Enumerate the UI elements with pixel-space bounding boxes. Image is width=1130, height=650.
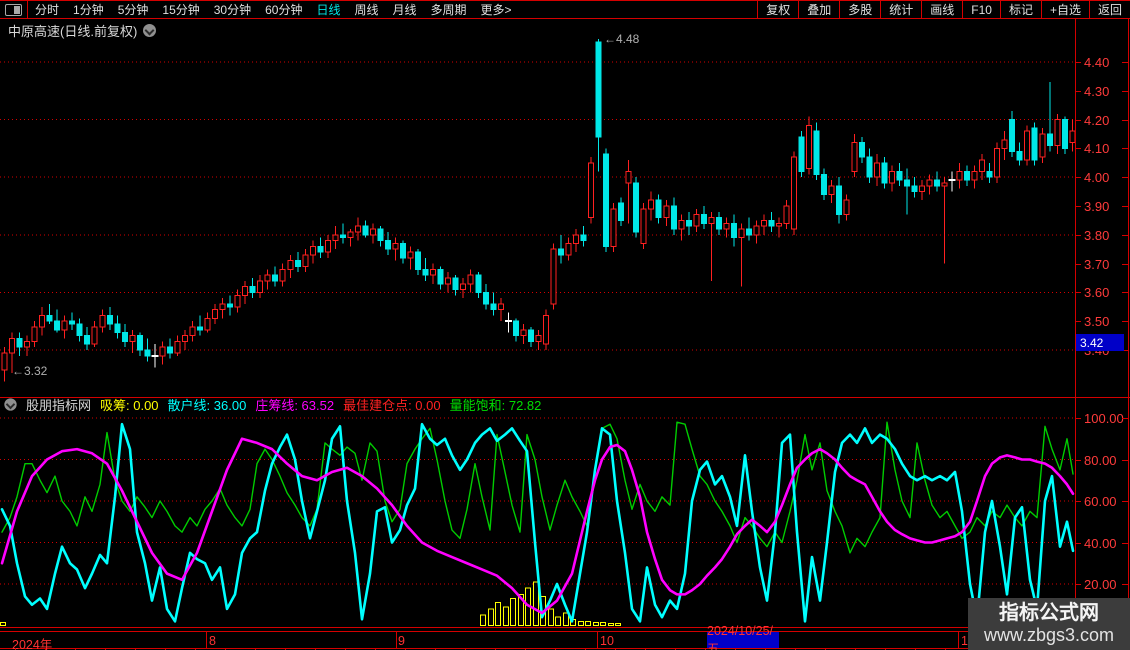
price-tick [1075,177,1081,179]
chart-title: 中原高速(日线.前复权) [8,24,138,39]
price-edge-tick [1122,206,1128,207]
indicator-tick-label: 100.00 [1084,411,1124,426]
price-tick-label: 3.70 [1084,256,1110,272]
date-axis-label: 2024年 [12,638,53,650]
date-axis-divider [206,632,207,648]
indicator-tick-label: 20.00 [1084,577,1117,592]
reading-庄筹线: 庄筹线: 63.52 [255,398,335,413]
low-price-annotation: ←3.32 [12,364,48,378]
chart-canvas [0,38,1076,627]
price-edge-tick [1122,177,1128,179]
indicator-readings: 吸筹: 0.00 散户线: 36.00 庄筹线: 63.52 最佳建仓点: 0.00 量… [100,395,541,414]
price-edge-tick [1122,263,1128,265]
date-axis-divider [597,632,598,648]
price-tick-label: 3.90 [1084,199,1110,214]
indicator-tick-label: 60.00 [1084,494,1117,509]
watermark-url: www.zbgs3.com [983,625,1115,646]
chevron-down-icon[interactable] [143,24,157,37]
watermark-badge: 指标公式网 www.zbgs3.com [968,598,1130,650]
indicator-tick [1075,584,1081,585]
price-edge-tick [1122,234,1128,236]
price-tick-label: 4.00 [1084,170,1110,186]
price-tick-label: 3.60 [1084,285,1110,301]
price-tick [1075,148,1081,150]
price-tick-label: 3.50 [1084,314,1110,330]
indicator-tick [1075,418,1081,419]
indicator-edge-tick [1122,542,1128,544]
price-tick-label: 4.20 [1084,112,1110,128]
indicator-edge-tick [1122,459,1128,461]
reading-吸筹: 吸筹: 0.00 [100,398,159,413]
indicator-tick [1075,459,1081,461]
indicator-tick-label: 80.00 [1084,452,1117,468]
indicator-source-label: 股朋指标网 [26,398,92,413]
price-tick-label: 3.80 [1084,227,1110,243]
stock-app-window: 分时 1分钟 5分钟 15分钟 30分钟 60分钟 日线 周线 月线 多周期 更多> 复权 叠加 多股统… [0,0,1130,650]
date-cursor-label: 2024/10/25/五 [707,624,779,650]
price-tick [1075,234,1081,236]
chart-title-row: 中原高速(日线.前复权) [8,21,157,40]
reading-量能饱和: 量能饱和: 72.82 [449,398,542,413]
price-edge-tick [1122,148,1128,150]
indicator-chevron-down-icon[interactable] [4,398,17,411]
price-tick [1075,62,1081,63]
date-axis-top-line [0,631,1130,632]
date-axis-label: 8 [209,634,216,648]
indicator-tick [1075,501,1081,502]
indicator-edge-tick [1122,501,1128,502]
indicator-edge-tick [1122,418,1128,419]
price-tick [1075,90,1081,92]
price-edge-tick [1122,292,1128,294]
reading-散户线: 散户线: 36.00 [167,398,247,413]
price-tick [1075,263,1081,265]
price-edge-tick [1122,90,1128,92]
price-edge-tick [1122,119,1128,121]
date-axis-bottom-line [0,648,1130,649]
date-axis-divider [958,632,959,648]
price-edge-tick [1122,62,1128,63]
price-tick [1075,119,1081,121]
price-tick-label: 4.10 [1084,141,1110,157]
date-axis-label: 10 [600,634,614,648]
price-tick [1075,292,1081,294]
watermark-title: 指标公式网 [999,602,1099,625]
indicator-header: 股朋指标网 吸筹: 0.00 散户线: 36.00 庄筹线: 63.52 最佳建仓点:… [4,395,541,414]
price-tick-label: 4.40 [1084,55,1110,70]
reading-最佳建仓点: 最佳建仓点: 0.00 [343,398,441,413]
date-axis-divider [396,632,397,648]
price-tick-label: 4.30 [1084,83,1110,99]
right-edge-line [1128,19,1129,650]
price-tick [1075,206,1081,207]
indicator-edge-tick [1122,584,1128,585]
indicator-tick-label: 40.00 [1084,535,1117,551]
indicator-tick [1075,542,1081,544]
high-price-annotation: ←4.48 [604,32,640,46]
price-edge-tick [1122,321,1128,323]
indicator-bottom-line [0,627,1130,628]
date-axis-label: 9 [398,634,405,648]
price-tick [1075,321,1081,323]
last-price-badge: 3.42 [1076,334,1124,351]
